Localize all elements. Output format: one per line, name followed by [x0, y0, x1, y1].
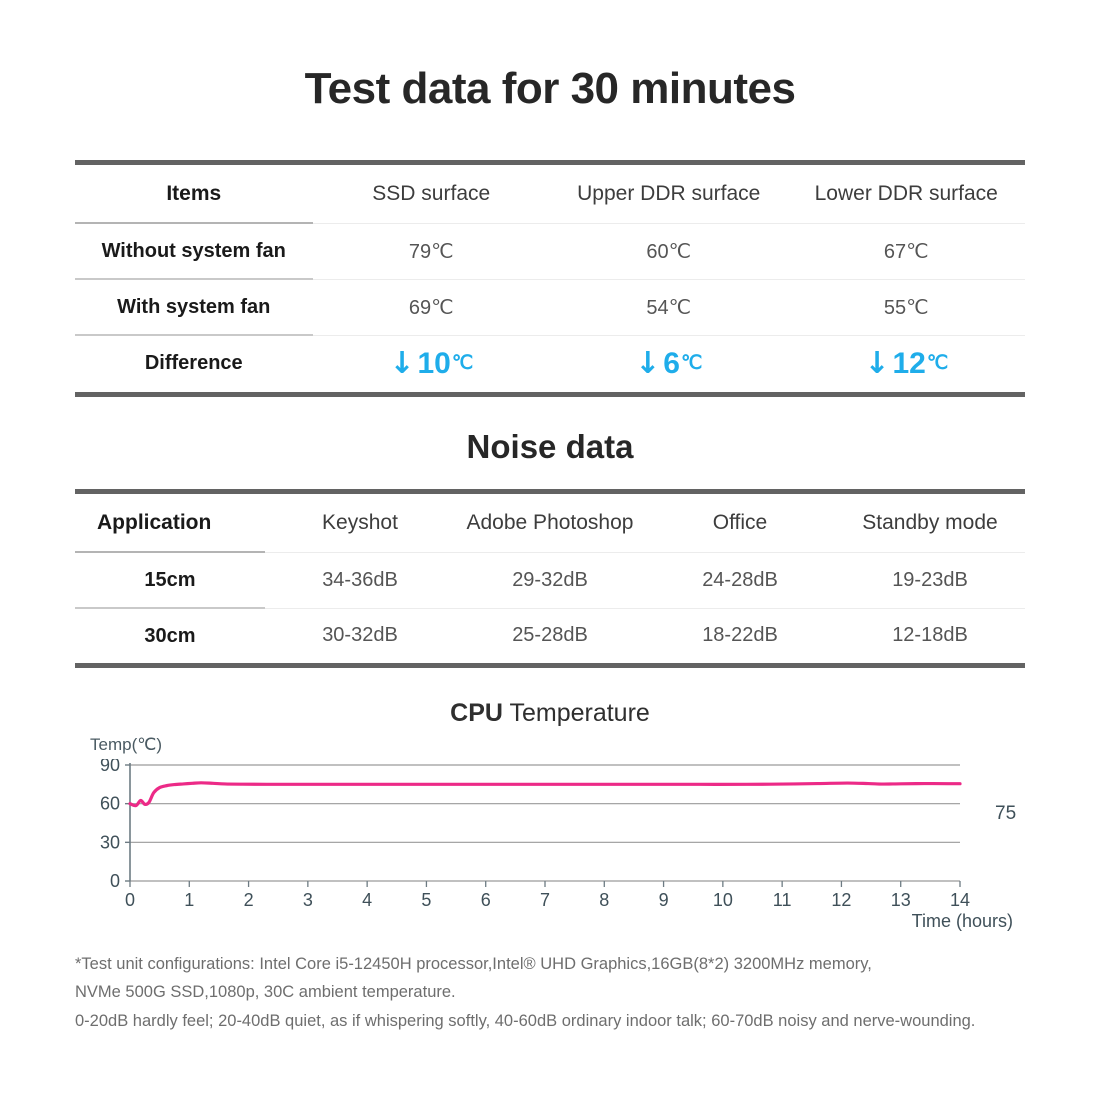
svg-text:11: 11: [773, 890, 792, 909]
svg-text:0: 0: [125, 890, 135, 909]
chart-plot-area: 03060900 1 2 3 4 5 6 7 8 9 10 11 12 13 14: [100, 759, 970, 909]
table-row-difference: Difference ↓ 10 ℃ ↓ 6 ℃ ↓ 12 ℃: [75, 335, 1025, 392]
difference-number: 10: [417, 346, 451, 380]
cell-difference-ssd: ↓ 10 ℃: [313, 335, 551, 392]
cell-without-fan-upper-ddr: 60℃: [550, 223, 788, 280]
svg-text:3: 3: [303, 890, 313, 909]
table-row: 15cm 34-36dB 29-32dB 24-28dB 19-23dB: [75, 552, 1025, 609]
difference-unit: ℃: [451, 353, 474, 374]
svg-text:7: 7: [540, 890, 550, 909]
svg-text:90: 90: [100, 759, 120, 775]
table-header-row: Application Keyshot Adobe Photoshop Offi…: [75, 494, 1025, 553]
svg-text:12: 12: [831, 890, 851, 909]
rule-cell: [75, 663, 1025, 668]
table-header-row: Items SSD surface Upper DDR surface Lowe…: [75, 165, 1025, 224]
arrow-down-icon: ↓: [389, 345, 415, 381]
column-header-office: Office: [645, 494, 835, 553]
svg-text:0: 0: [110, 871, 120, 891]
svg-text:14: 14: [950, 890, 970, 909]
column-header-keyshot: Keyshot: [265, 494, 455, 553]
cell-without-fan-lower-ddr: 67℃: [787, 223, 1025, 280]
difference-unit: ℃: [680, 353, 703, 374]
footnote-line: *Test unit configurations: Intel Core i5…: [75, 955, 872, 973]
cell-30cm-photoshop: 25-28dB: [512, 624, 588, 647]
chart-title-rest: Temperature: [502, 699, 650, 727]
cell-30cm-keyshot: 30-32dB: [322, 624, 398, 647]
svg-text:6: 6: [481, 890, 491, 909]
rule-cell: [75, 391, 1025, 397]
cell-difference-lower-ddr: ↓ 12 ℃: [788, 335, 1026, 392]
svg-text:13: 13: [891, 890, 911, 909]
footnotes: *Test unit configurations: Intel Core i5…: [75, 950, 1060, 1035]
column-header-upper-ddr-surface: Upper DDR surface: [550, 165, 788, 224]
difference-value: ↓ 10 ℃: [389, 345, 474, 381]
thermal-data-table: Items SSD surface Upper DDR surface Lowe…: [75, 160, 1025, 397]
svg-text:8: 8: [599, 890, 609, 909]
noise-section-title: Noise data: [466, 428, 634, 465]
difference-number: 12: [892, 346, 926, 380]
row-label-15cm: 15cm: [75, 552, 265, 609]
cell-with-fan-lower-ddr: 55℃: [787, 279, 1025, 336]
column-header-lower-ddr-surface: Lower DDR surface: [787, 165, 1025, 224]
chart-title-bold: CPU: [450, 699, 503, 727]
column-header-ssd-surface: SSD surface: [312, 165, 550, 224]
cell-15cm-standby: 19-23dB: [835, 552, 1025, 609]
column-header-adobe-photoshop: Adobe Photoshop: [455, 494, 645, 553]
difference-number: 6: [663, 346, 680, 380]
row-label-difference: Difference: [144, 352, 243, 375]
cell-with-fan-upper-ddr: 54℃: [550, 279, 788, 336]
svg-text:10: 10: [713, 890, 733, 909]
row-label-with-system-fan: With system fan: [75, 279, 313, 336]
cpu-temperature-chart: Temp(℃) 75 Time (hours) 0 30 60 90 0 1 2 3 4 5 6 7 8…: [75, 735, 1035, 940]
cell-30cm-standby: 12-18dB: [892, 624, 968, 647]
arrow-down-icon: ↓: [864, 345, 890, 381]
chart-y-axis-label: Temp(℃): [90, 735, 162, 754]
difference-value: ↓ 6 ℃: [635, 345, 703, 381]
column-header-items: Items: [75, 165, 313, 224]
svg-text:1: 1: [184, 890, 194, 909]
chart-x-axis-label: Time (hours): [911, 911, 1013, 931]
table-row: With system fan 69℃ 54℃ 55℃: [75, 279, 1025, 336]
page-title: Test data for 30 minutes: [304, 64, 796, 113]
footnote-line: 0-20dB hardly feel; 20-40dB quiet, as if…: [75, 1011, 976, 1030]
row-label-30cm: 30cm: [144, 624, 196, 647]
arrow-down-icon: ↓: [635, 345, 661, 381]
table-bottom-rule: [75, 391, 1025, 397]
column-header-application: Application: [75, 494, 265, 553]
chart-title: CPU Temperature: [0, 699, 1100, 728]
svg-text:5: 5: [421, 890, 431, 909]
row-label-without-system-fan: Without system fan: [75, 223, 313, 280]
cell-30cm-office: 18-22dB: [702, 624, 778, 647]
cell-15cm-keyshot: 34-36dB: [265, 552, 455, 609]
column-header-standby-mode: Standby mode: [835, 494, 1025, 553]
noise-data-table: Application Keyshot Adobe Photoshop Offi…: [75, 489, 1025, 668]
svg-text:60: 60: [100, 794, 120, 814]
table-bottom-rule: [75, 663, 1025, 668]
svg-text:4: 4: [362, 890, 372, 909]
cell-15cm-office: 24-28dB: [645, 552, 835, 609]
difference-unit: ℃: [926, 353, 949, 374]
test-data-page: Test data for 30 minutes Items SSD surfa…: [0, 0, 1100, 1100]
table-row: 30cm 30-32dB 25-28dB 18-22dB 12-18dB: [75, 608, 1025, 663]
svg-text:30: 30: [100, 832, 120, 852]
cell-without-fan-ssd: 79℃: [312, 223, 550, 280]
table-row: Without system fan 79℃ 60℃ 67℃: [75, 223, 1025, 280]
cell-difference-upper-ddr: ↓ 6 ℃: [550, 335, 788, 392]
cell-15cm-photoshop: 29-32dB: [455, 552, 645, 609]
cell-with-fan-ssd: 69℃: [312, 279, 550, 336]
difference-value: ↓ 12 ℃: [864, 345, 949, 381]
svg-text:2: 2: [244, 890, 254, 909]
footnote-line: NVMe 500G SSD,1080p, 30C ambient tempera…: [75, 983, 456, 1002]
svg-text:9: 9: [659, 890, 669, 909]
